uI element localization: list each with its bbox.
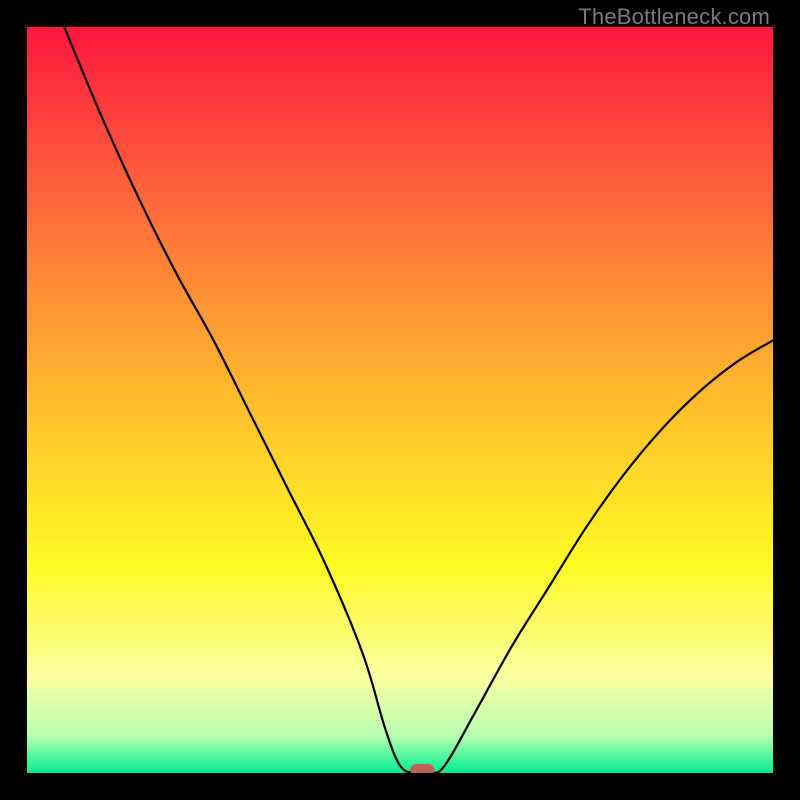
chart-plot-area [27, 27, 773, 773]
chart-background [27, 27, 773, 773]
chart-frame: TheBottleneck.com [0, 0, 800, 800]
chart-marker [410, 764, 434, 773]
chart-svg [27, 27, 773, 773]
